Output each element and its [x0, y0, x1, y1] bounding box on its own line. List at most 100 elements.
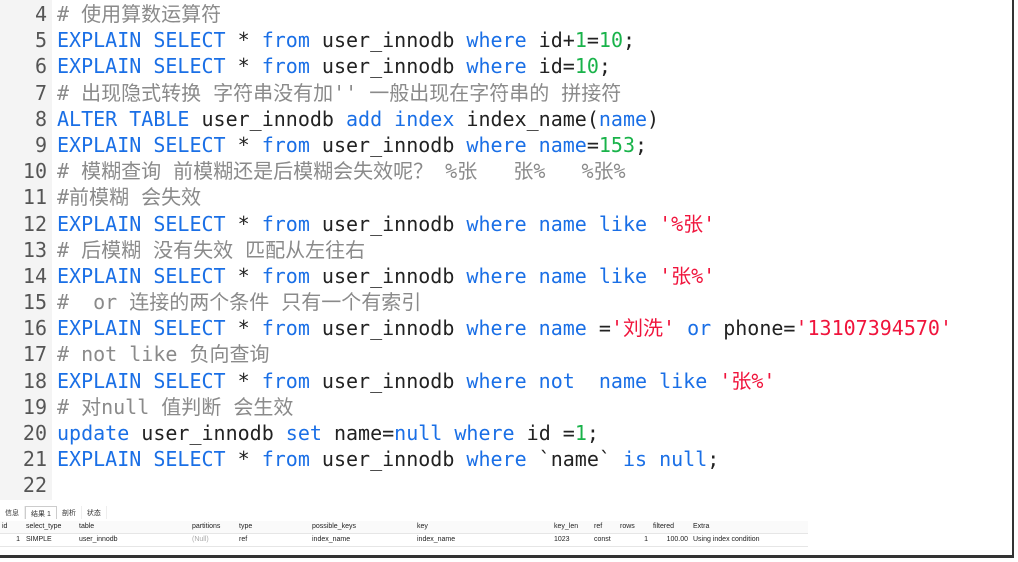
result-tab[interactable]: 状态 — [82, 506, 107, 519]
grid-header: id select_type table partitions type possible… — [0, 521, 808, 534]
code-line[interactable]: 16 EXPLAIN SELECT * from user_innodb wher… — [0, 315, 1012, 341]
code-line[interactable]: 9 EXPLAIN SELECT * from user_innodb where… — [0, 132, 1012, 158]
code-token: user_innodb — [309, 28, 467, 53]
code-token: id+ — [526, 28, 575, 53]
table-cell: const — [594, 536, 611, 543]
sql-editor-window: 4 # 使用算数运算符 5 EXPLAIN SELECT * from user_in… — [0, 0, 1014, 558]
result-tab[interactable]: 剖析 — [57, 506, 82, 519]
code-token: user_innodb — [189, 106, 346, 131]
column-header: possible_keys — [312, 523, 356, 530]
line-number: 20 — [22, 421, 47, 445]
code-line[interactable]: 15 # or 连接的两个条件 只有一个有索引 — [0, 289, 1012, 315]
code-token: from — [261, 368, 310, 393]
code-text: # 对null 值判断 会生效 — [57, 394, 293, 420]
code-token: ; — [623, 28, 636, 53]
code-token: where — [466, 447, 527, 472]
code-token: EXPLAIN SELECT — [57, 263, 226, 288]
code-token: ) — [647, 106, 660, 131]
code-text: # 模糊查询 前模糊还是后模糊会失效呢？ %张 张% %张% — [57, 158, 626, 184]
code-token: from — [261, 316, 310, 341]
code-token: user_innodb — [309, 316, 467, 341]
code-token: from — [261, 447, 310, 472]
code-text: EXPLAIN SELECT * from user_innodb where … — [57, 368, 775, 394]
code-line[interactable]: 14 EXPLAIN SELECT * from user_innodb wher… — [0, 263, 1012, 289]
code-token: # 模糊查询 前模糊还是后模糊会失效呢？ %张 张% %张% — [57, 159, 626, 184]
result-tab[interactable]: 信息 — [0, 506, 25, 519]
code-token: 1 — [574, 28, 587, 53]
code-text: EXPLAIN SELECT * from user_innodb where … — [57, 446, 719, 472]
table-cell: index_name — [312, 536, 351, 543]
code-line[interactable]: 18 EXPLAIN SELECT * from user_innodb wher… — [0, 368, 1012, 394]
code-line[interactable]: 17 # not like 负向查询 — [0, 341, 1012, 367]
code-text: EXPLAIN SELECT * from user_innodb where … — [57, 53, 611, 79]
code-text: #前模糊 会失效 — [57, 184, 201, 210]
code-token: id = — [514, 421, 575, 445]
code-token: 1 — [574, 421, 587, 445]
code-token: `name` — [526, 447, 623, 472]
code-token: # or 连接的两个条件 只有一个有索引 — [57, 290, 422, 315]
code-line[interactable]: 12 EXPLAIN SELECT * from user_innodb wher… — [0, 211, 1012, 237]
code-token: name= — [321, 421, 395, 445]
code-token: from — [261, 132, 310, 157]
code-token: user_innodb — [309, 54, 467, 79]
result-grid[interactable]: id select_type table partitions type possible… — [0, 521, 808, 547]
code-token: phone= — [711, 316, 796, 341]
code-line[interactable]: 8 ALTER TABLE user_innodb add index index… — [0, 106, 1012, 132]
line-number: 19 — [22, 394, 47, 419]
code-line[interactable]: 20 update user_innodb set name=null where… — [0, 420, 1012, 446]
column-header: key — [417, 523, 428, 530]
code-token: * — [225, 447, 262, 472]
code-token: user_innodb — [309, 211, 467, 236]
result-tabs: 信息 结果 1 剖析 状态 — [0, 506, 107, 519]
column-header: table — [79, 523, 95, 530]
code-text: EXPLAIN SELECT * from user_innodb where … — [57, 132, 647, 158]
code-line[interactable]: 10 # 模糊查询 前模糊还是后模糊会失效呢？ %张 张% %张% — [0, 158, 1012, 184]
code-token: where name like — [466, 263, 648, 288]
line-number: 13 — [22, 237, 47, 262]
code-line[interactable]: 5 EXPLAIN SELECT * from user_innodb where… — [0, 27, 1012, 53]
code-token: null — [394, 421, 443, 445]
code-line[interactable]: 4 # 使用算数运算符 — [0, 1, 1012, 27]
column-header: key_len — [554, 523, 579, 530]
code-token: from — [261, 28, 310, 53]
code-line[interactable]: 21 EXPLAIN SELECT * from user_innodb wher… — [0, 446, 1012, 472]
code-text: # or 连接的两个条件 只有一个有索引 — [57, 289, 421, 315]
code-token: = — [586, 132, 599, 157]
table-cell: user_innodb — [79, 536, 118, 543]
code-token: user_innodb — [309, 132, 467, 157]
code-editor[interactable]: 4 # 使用算数运算符 5 EXPLAIN SELECT * from user_in… — [0, 1, 1012, 499]
code-token: # not like 负向查询 — [57, 342, 270, 367]
code-text: EXPLAIN SELECT * from user_innodb where … — [57, 315, 952, 341]
code-token: #前模糊 会失效 — [57, 185, 202, 210]
code-token: user_innodb — [309, 447, 467, 472]
code-token: # 出现隐式转换 字符串没有加'' 一般出现在字符串的 拼接符 — [57, 80, 622, 105]
code-token: index_name( — [454, 106, 599, 131]
code-line[interactable]: 11 #前模糊 会失效 — [0, 184, 1012, 210]
line-number: 18 — [22, 368, 47, 393]
column-header: Extra — [693, 523, 710, 530]
line-number: 15 — [22, 290, 47, 315]
code-line[interactable]: 6 EXPLAIN SELECT * from user_innodb where… — [0, 53, 1012, 79]
code-token: where name — [466, 316, 587, 341]
code-line[interactable]: 19 # 对null 值判断 会生效 — [0, 394, 1012, 420]
column-header: partitions — [192, 523, 221, 530]
code-token: id= — [526, 54, 575, 79]
code-token: ; — [598, 54, 611, 79]
code-token: # 对null 值判断 会生效 — [57, 394, 294, 419]
code-token: EXPLAIN SELECT — [57, 132, 226, 157]
code-text: EXPLAIN SELECT * from user_innodb where … — [57, 27, 635, 53]
table-row[interactable]: 1 SIMPLE user_innodb (Null) ref index_name ind… — [0, 534, 808, 547]
code-line[interactable]: 22 — [0, 472, 1012, 498]
code-token: where name like — [466, 211, 648, 236]
line-number: 16 — [22, 316, 47, 341]
column-header: filtered — [653, 523, 675, 530]
result-tab[interactable]: 结果 1 — [25, 506, 57, 519]
code-line[interactable]: 13 # 后模糊 没有失效 匹配从左往右 — [0, 237, 1012, 263]
table-cell: 100.00 — [666, 536, 688, 543]
code-line[interactable]: 7 # 出现隐式转换 字符串没有加'' 一般出现在字符串的 拼接符 — [0, 80, 1012, 106]
table-cell: SIMPLE — [26, 536, 52, 543]
code-token: 10 — [574, 54, 599, 79]
column-header: type — [239, 523, 253, 530]
code-token: where not name like — [466, 368, 708, 393]
